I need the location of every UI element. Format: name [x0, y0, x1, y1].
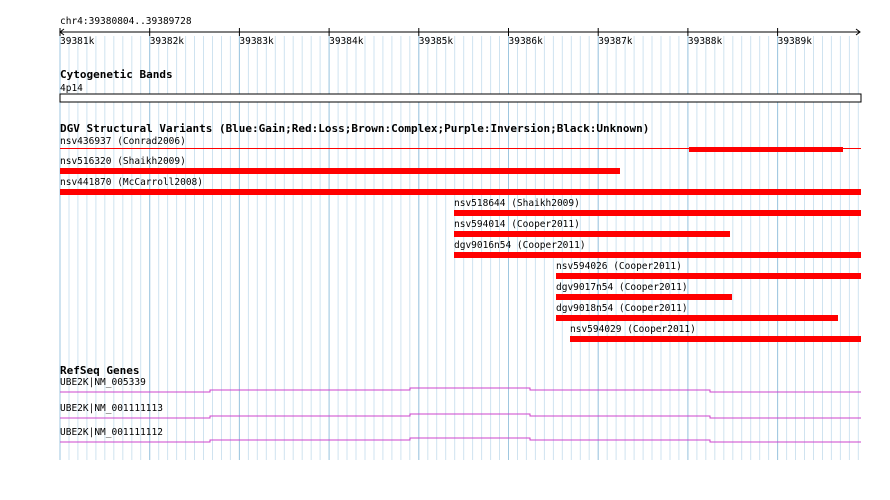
variant-bar[interactable]	[556, 273, 861, 279]
variant-bar[interactable]	[60, 189, 861, 195]
variant-row[interactable]: nsv518644 (Shaikh2009)	[454, 198, 861, 216]
ruler-tick-label: 39385k	[419, 36, 454, 47]
variant-row[interactable]: dgv9016n54 (Cooper2011)	[454, 240, 861, 258]
variant-row[interactable]: nsv594029 (Cooper2011)	[570, 324, 861, 342]
gene-label: UBE2K|NM_005339	[60, 377, 146, 388]
variant-bar[interactable]	[60, 168, 620, 174]
variant-bar[interactable]	[689, 147, 843, 152]
range-label: chr4:39380804..39389728	[60, 16, 192, 27]
ruler-tick-label: 39386k	[509, 36, 544, 47]
variant-bar[interactable]	[454, 231, 730, 237]
variant-label: nsv594029 (Cooper2011)	[570, 324, 696, 335]
variant-bar[interactable]	[556, 315, 838, 321]
variant-bar[interactable]	[556, 294, 732, 300]
variant-row[interactable]: nsv441870 (McCarroll2008)	[60, 177, 861, 195]
ruler-tick-label: 39387k	[598, 36, 633, 47]
refseq-track: RefSeq Genes UBE2K|NM_005339 UBE2K|NM_00…	[60, 364, 861, 443]
variant-row[interactable]: nsv594026 (Cooper2011)	[556, 261, 861, 279]
gene-model[interactable]	[60, 437, 861, 443]
variant-label: nsv594026 (Cooper2011)	[556, 261, 682, 272]
gene-label: UBE2K|NM_001111113	[60, 403, 163, 414]
variant-label: nsv594014 (Cooper2011)	[454, 219, 580, 230]
variant-label: nsv436937 (Conrad2006)	[60, 136, 186, 147]
ruler-tick-label: 39389k	[778, 36, 813, 47]
ruler-tick-label: 39384k	[329, 36, 364, 47]
ruler-tick-label: 39388k	[688, 36, 723, 47]
variant-row[interactable]: nsv516320 (Shaikh2009)	[60, 156, 620, 174]
refseq-title: RefSeq Genes	[60, 364, 139, 377]
variant-row[interactable]: nsv436937 (Conrad2006)	[60, 136, 843, 152]
gene-row[interactable]: UBE2K|NM_005339	[60, 377, 861, 393]
ruler-tick-label: 39381k	[60, 36, 95, 47]
variant-label: nsv441870 (McCarroll2008)	[60, 177, 203, 188]
variant-bar[interactable]	[570, 336, 861, 342]
variant-bar[interactable]	[454, 252, 861, 258]
gene-model[interactable]	[60, 387, 861, 393]
variant-label: nsv518644 (Shaikh2009)	[454, 198, 580, 209]
ruler-tick-label: 39383k	[239, 36, 274, 47]
variant-label: dgv9018n54 (Cooper2011)	[556, 303, 688, 314]
cytoband-track: Cytogenetic Bands 4p14	[59, 68, 862, 103]
ruler: chr4:39380804..39389728 39381k 39382k 3938…	[59, 16, 861, 47]
gene-model[interactable]	[60, 413, 861, 419]
genome-browser: chr4:39380804..39389728 39381k 39382k 3938…	[59, 16, 862, 460]
variant-label: dgv9016n54 (Cooper2011)	[454, 240, 586, 251]
gene-row[interactable]: UBE2K|NM_001111112	[60, 427, 861, 443]
variant-bar[interactable]	[454, 210, 861, 216]
dgv-title: DGV Structural Variants (Blue:Gain;Red:L…	[60, 122, 649, 135]
variant-label: nsv516320 (Shaikh2009)	[60, 156, 186, 167]
cytoband-bar[interactable]	[59, 93, 862, 103]
cytoband-title: Cytogenetic Bands	[60, 68, 173, 81]
variant-row[interactable]: nsv594014 (Cooper2011)	[454, 219, 730, 237]
gene-label: UBE2K|NM_001111112	[60, 427, 163, 438]
ruler-tick-label: 39382k	[150, 36, 185, 47]
variant-label: dgv9017n54 (Cooper2011)	[556, 282, 688, 293]
dgv-track: DGV Structural Variants (Blue:Gain;Red:L…	[60, 122, 861, 342]
gene-row[interactable]: UBE2K|NM_001111113	[60, 403, 861, 419]
cytoband-label: 4p14	[60, 83, 83, 94]
